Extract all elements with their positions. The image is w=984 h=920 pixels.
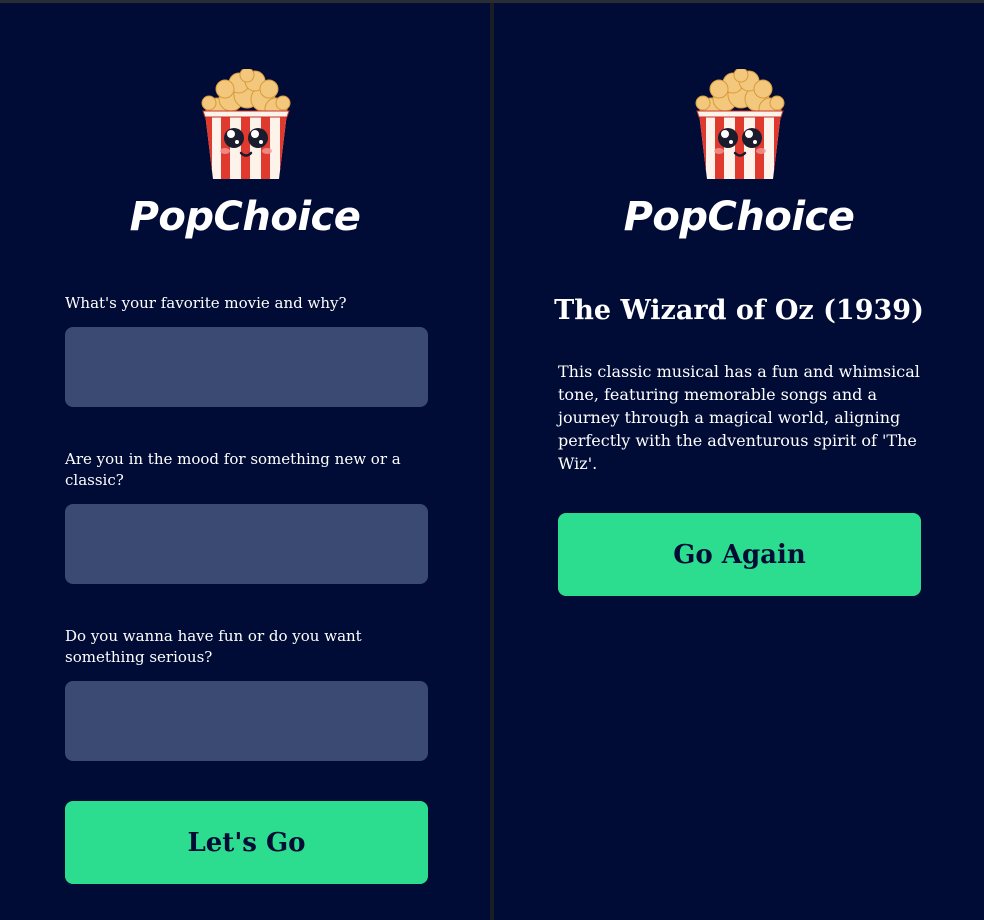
new-or-classic-input[interactable] <box>65 504 428 584</box>
question-favorite-movie-label: What's your favorite movie and why? <box>65 294 347 312</box>
popcorn-mascot-icon <box>695 69 785 179</box>
question-new-or-classic-label: Are you in the mood for something new or… <box>65 450 401 489</box>
logo <box>494 69 984 181</box>
fun-or-serious-input[interactable] <box>65 681 428 761</box>
brand-title: PopChoice <box>129 194 361 240</box>
form-screen: PopChoice What's your favorite movie and… <box>0 3 490 920</box>
result-screen: PopChoice The Wizard of Oz (1939) This c… <box>494 3 984 920</box>
brand-title: PopChoice <box>623 194 855 240</box>
question-fun-or-serious-label: Do you wanna have fun or do you want som… <box>65 627 362 666</box>
popcorn-mascot-icon <box>201 69 291 179</box>
logo <box>0 69 490 181</box>
lets-go-button[interactable]: Let's Go <box>65 801 428 884</box>
favorite-movie-input[interactable] <box>65 327 428 407</box>
movie-description: This classic musical has a fun and whims… <box>558 362 920 473</box>
go-again-button[interactable]: Go Again <box>558 513 921 596</box>
movie-title: The Wizard of Oz (1939) <box>554 295 924 326</box>
